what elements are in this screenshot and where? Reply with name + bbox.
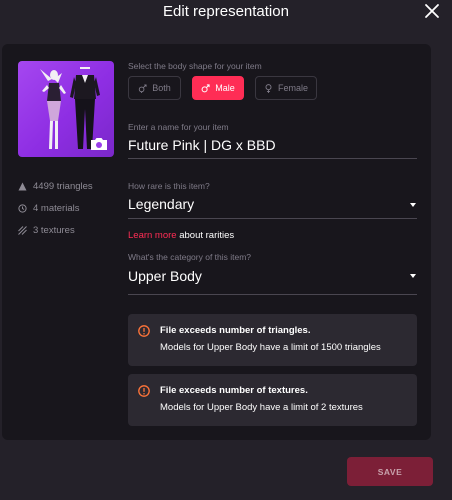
category-underline [128,294,417,295]
female-icon [265,83,272,93]
item-name-input[interactable]: Future Pink | DG x BBD [128,137,276,153]
item-details-panel: 4499 triangles 4 materials 3 textures Se… [2,44,431,440]
rarity-select[interactable]: Legendary [128,196,194,212]
warning-icon [138,325,150,337]
warning-icon [138,385,150,397]
camera-icon[interactable] [90,137,108,151]
alert-body: Models for Upper Body have a limit of 2 … [160,402,363,413]
both-gender-icon [139,83,147,93]
item-name-label: Enter a name for your item [128,122,229,132]
about-rarities-text: about rarities [176,230,235,241]
body-shape-label: Select the body shape for your item [128,61,262,71]
rarity-help-text: Learn more about rarities [128,230,234,241]
learn-more-link[interactable]: Learn more [128,230,177,241]
male-icon [201,83,210,92]
category-label: What's the category of this item? [128,252,252,262]
stat-triangles-label: 4499 triangles [33,180,93,192]
stat-textures: 3 textures [18,219,93,241]
stat-triangles: 4499 triangles [18,175,93,197]
alert-title: File exceeds number of triangles. [160,325,311,336]
body-shape-selector: Both Male Female [128,76,317,100]
category-dropdown-icon[interactable] [410,274,416,278]
shape-button-male[interactable]: Male [192,76,244,100]
textures-icon [18,225,27,235]
alert-title: File exceeds number of textures. [160,385,308,396]
alert-triangles: File exceeds number of triangles. Models… [128,314,417,366]
stat-materials-label: 4 materials [33,202,80,214]
rarity-dropdown-icon[interactable] [410,203,416,207]
close-button[interactable] [424,3,440,19]
stat-textures-label: 3 textures [33,224,75,236]
close-icon [425,4,439,18]
materials-icon [18,203,27,213]
shape-button-both[interactable]: Both [128,76,181,100]
model-stats: 4499 triangles 4 materials 3 textures [18,175,93,241]
item-name-underline [128,158,417,159]
rarity-label: How rare is this item? [128,181,210,191]
rarity-underline [128,218,417,219]
alert-body: Models for Upper Body have a limit of 15… [160,342,381,353]
modal-title: Edit representation [163,3,289,20]
triangle-icon [18,182,27,190]
shape-button-both-label: Both [152,83,171,93]
category-select[interactable]: Upper Body [128,268,202,284]
shape-button-female-label: Female [277,83,308,93]
save-button[interactable]: SAVE [347,457,433,486]
shape-button-female[interactable]: Female [255,76,317,100]
shape-button-male-label: Male [215,83,235,93]
stat-materials: 4 materials [18,197,93,219]
item-thumbnail[interactable] [18,61,114,157]
alert-textures: File exceeds number of textures. Models … [128,374,417,426]
